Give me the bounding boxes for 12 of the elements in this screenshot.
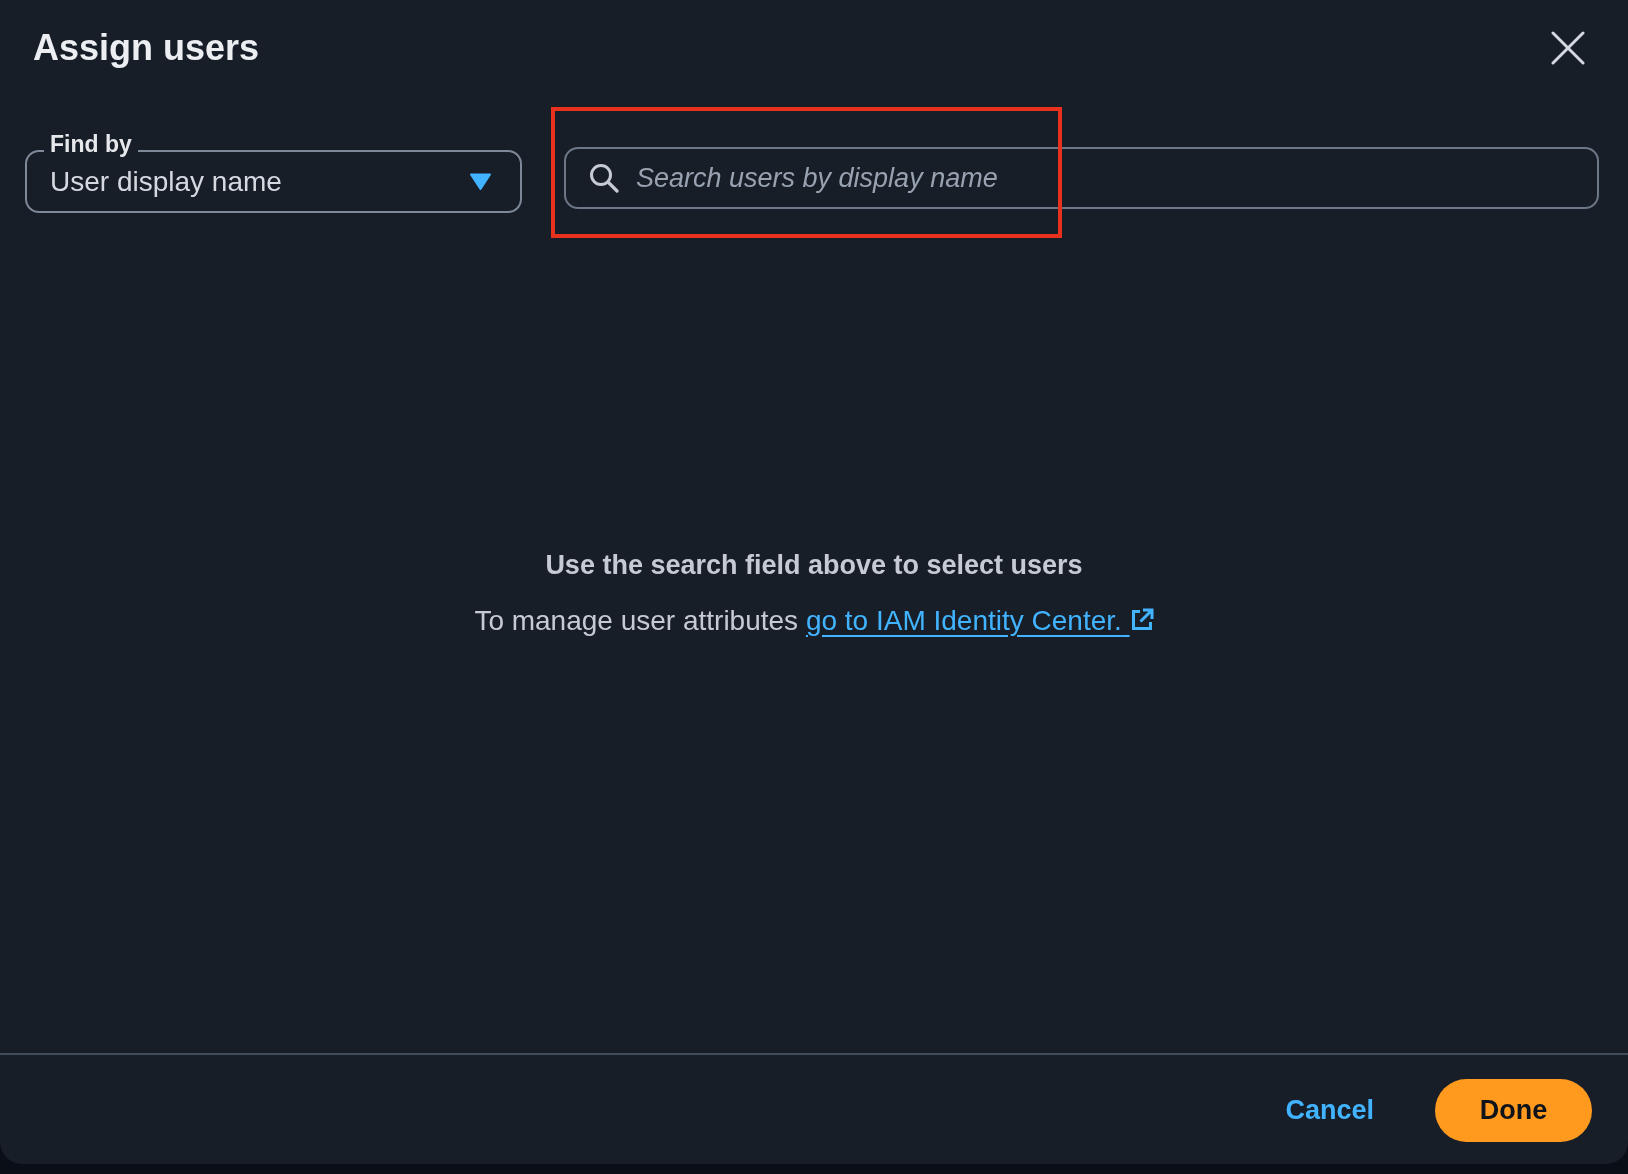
caret-icon (470, 173, 491, 190)
dialog-title: Assign users (33, 26, 260, 70)
search-icon (589, 163, 619, 193)
cancel-button[interactable]: Cancel (1277, 1079, 1382, 1142)
search-field[interactable]: Search users by display name (564, 147, 1599, 209)
close-icon[interactable] (1551, 31, 1585, 65)
empty-state-heading: Use the search field above to select users (545, 549, 1083, 582)
find-by-label: Find by (44, 131, 138, 157)
external-link-icon (1129, 608, 1154, 632)
manage-attributes-text: To manage user attributes go to IAM Identity Center. (474, 603, 1154, 639)
done-button[interactable]: Done (1435, 1079, 1592, 1142)
identity-center-link[interactable]: go to IAM Identity Center. (805, 605, 1154, 636)
